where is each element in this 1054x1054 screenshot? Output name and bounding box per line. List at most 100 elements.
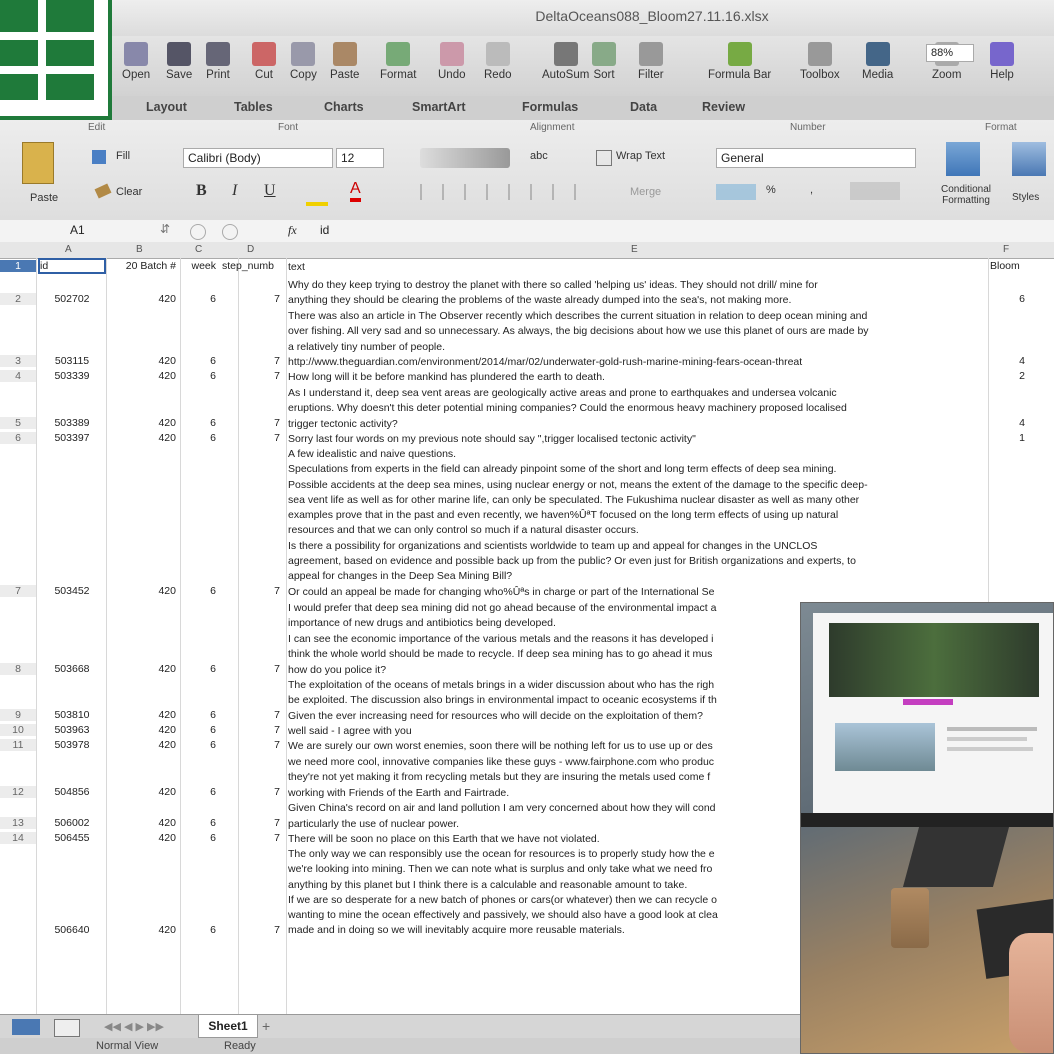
cell-id[interactable]: 504856	[40, 786, 104, 798]
column-header-a[interactable]: A	[65, 244, 72, 255]
cell-week[interactable]: 6	[184, 739, 216, 751]
toolbar-redo-button[interactable]: Redo	[484, 38, 512, 81]
row-number[interactable]: 9	[0, 709, 36, 721]
alignment-buttons[interactable]	[420, 184, 590, 200]
toolbar-undo-button[interactable]: Undo	[438, 38, 466, 81]
toolbar-copy-button[interactable]: Copy	[290, 38, 317, 81]
column-header-d[interactable]: D	[247, 244, 254, 255]
row-number[interactable]: 1	[0, 260, 36, 272]
cell-week[interactable]: 6	[184, 432, 216, 444]
cell-text[interactable]: trigger tectonic activity?	[288, 417, 983, 432]
cell-text[interactable]: http://www.theguardian.com/environment/2…	[288, 355, 983, 370]
wrap-text-button[interactable]: Wrap Text	[616, 150, 665, 162]
cell-step[interactable]: 7	[240, 739, 280, 751]
underline-button[interactable]: U	[264, 182, 276, 200]
cell-step[interactable]: 7	[240, 924, 280, 936]
toolbar-media-button[interactable]: Media	[862, 38, 893, 81]
font-size-grow-shrink[interactable]	[420, 148, 510, 168]
column-header-e[interactable]: E	[631, 244, 638, 255]
italic-button[interactable]: I	[232, 182, 237, 200]
tab-formulas[interactable]: Formulas	[522, 100, 578, 114]
font-name-select[interactable]: Calibri (Body)	[183, 148, 333, 168]
row-number[interactable]: 8	[0, 663, 36, 675]
cell-step[interactable]: 7	[240, 832, 280, 844]
cell-text[interactable]: Why do they keep trying to destroy the p…	[288, 278, 983, 309]
cell-id[interactable]: 503810	[40, 709, 104, 721]
cell-header-id[interactable]: id	[38, 258, 106, 274]
cell-id[interactable]: 503963	[40, 724, 104, 736]
cell-week[interactable]: 6	[184, 817, 216, 829]
cell-batch[interactable]: 420	[106, 293, 176, 305]
toolbar-print-button[interactable]: Print	[206, 38, 230, 81]
cell-step[interactable]: 7	[240, 370, 280, 382]
row-number[interactable]: 5	[0, 417, 36, 429]
row-number[interactable]: 6	[0, 432, 36, 444]
cell-step[interactable]: 7	[240, 585, 280, 597]
cell-text[interactable]: Sorry last four words on my previous not…	[288, 432, 983, 447]
cancel-icon[interactable]	[190, 224, 206, 240]
wrap-text-icon[interactable]	[596, 150, 612, 166]
tab-charts[interactable]: Charts	[324, 100, 364, 114]
toolbar-autosum-button[interactable]: AutoSum	[542, 38, 589, 81]
fill-button[interactable]: Fill	[116, 150, 130, 162]
cell-batch[interactable]: 420	[106, 370, 176, 382]
cell-batch[interactable]: 420	[106, 585, 176, 597]
currency-icon[interactable]	[716, 184, 756, 200]
cell-step[interactable]: 7	[240, 417, 280, 429]
cell-week[interactable]: 6	[184, 924, 216, 936]
toolbar-open-button[interactable]: Open	[122, 38, 150, 81]
tab-review[interactable]: Review	[702, 100, 745, 114]
cell-week[interactable]: 6	[184, 370, 216, 382]
eraser-icon[interactable]	[94, 183, 112, 199]
row-number[interactable]: 7	[0, 585, 36, 597]
tab-tables[interactable]: Tables	[234, 100, 273, 114]
cell-bloom[interactable]: 4	[995, 417, 1025, 429]
cell-step[interactable]: 7	[240, 663, 280, 675]
row-number[interactable]: 2	[0, 293, 36, 306]
toolbar-cut-button[interactable]: Cut	[252, 38, 276, 81]
row-number[interactable]: 11	[0, 739, 36, 751]
cell-week[interactable]: 6	[184, 293, 216, 305]
number-format-select[interactable]: General	[716, 148, 916, 168]
paste-icon[interactable]	[22, 142, 54, 184]
cell-week[interactable]: 6	[184, 709, 216, 721]
cell-bloom[interactable]: 1	[995, 432, 1025, 444]
row-number[interactable]: 14	[0, 832, 36, 844]
cell-week[interactable]: 6	[184, 724, 216, 736]
cell-header-text[interactable]: text	[288, 260, 983, 275]
row-number[interactable]: 3	[0, 355, 36, 367]
highlight-icon[interactable]	[306, 182, 328, 206]
cell-header-bloom[interactable]: Bloom	[990, 260, 1030, 272]
toolbar-toolbox-button[interactable]: Toolbox	[800, 38, 840, 81]
cell-step[interactable]: 7	[240, 355, 280, 367]
add-sheet-icon[interactable]: +	[262, 1018, 270, 1034]
cell-header-batch[interactable]: 20 Batch #	[106, 260, 176, 272]
conditional-formatting-label[interactable]: Conditional Formatting	[926, 184, 1006, 206]
toolbar-formula-bar-button[interactable]: Formula Bar	[708, 38, 771, 81]
cell-id[interactable]: 503397	[40, 432, 104, 444]
font-size-select[interactable]: 12	[336, 148, 384, 168]
cell-header-week[interactable]: week	[184, 260, 216, 272]
cell-batch[interactable]: 420	[106, 724, 176, 736]
cell-id[interactable]: 503978	[40, 739, 104, 751]
cell-id[interactable]: 506455	[40, 832, 104, 844]
cell-batch[interactable]: 420	[106, 817, 176, 829]
cell-batch[interactable]: 420	[106, 709, 176, 721]
cell-id[interactable]: 503668	[40, 663, 104, 675]
paste-label[interactable]: Paste	[30, 192, 58, 204]
percent-button[interactable]: %	[766, 184, 776, 196]
toolbar-filter-button[interactable]: Filter	[638, 38, 664, 81]
zoom-select[interactable]: 88%	[926, 44, 974, 62]
formula-content[interactable]: id	[320, 223, 329, 237]
toolbar-sort-button[interactable]: Sort	[592, 38, 616, 81]
cell-batch[interactable]: 420	[106, 663, 176, 675]
column-header-f[interactable]: F	[1003, 244, 1009, 255]
cell-step[interactable]: 7	[240, 786, 280, 798]
comma-button[interactable]: ,	[810, 184, 813, 196]
conditional-formatting-icon[interactable]	[946, 142, 980, 176]
tab-data[interactable]: Data	[630, 100, 657, 114]
cell-bloom[interactable]: 6	[995, 293, 1025, 305]
cell-header-step[interactable]: step_numb	[222, 260, 286, 272]
page-layout-icon[interactable]	[54, 1019, 80, 1037]
cell-bloom[interactable]: 2	[995, 370, 1025, 382]
